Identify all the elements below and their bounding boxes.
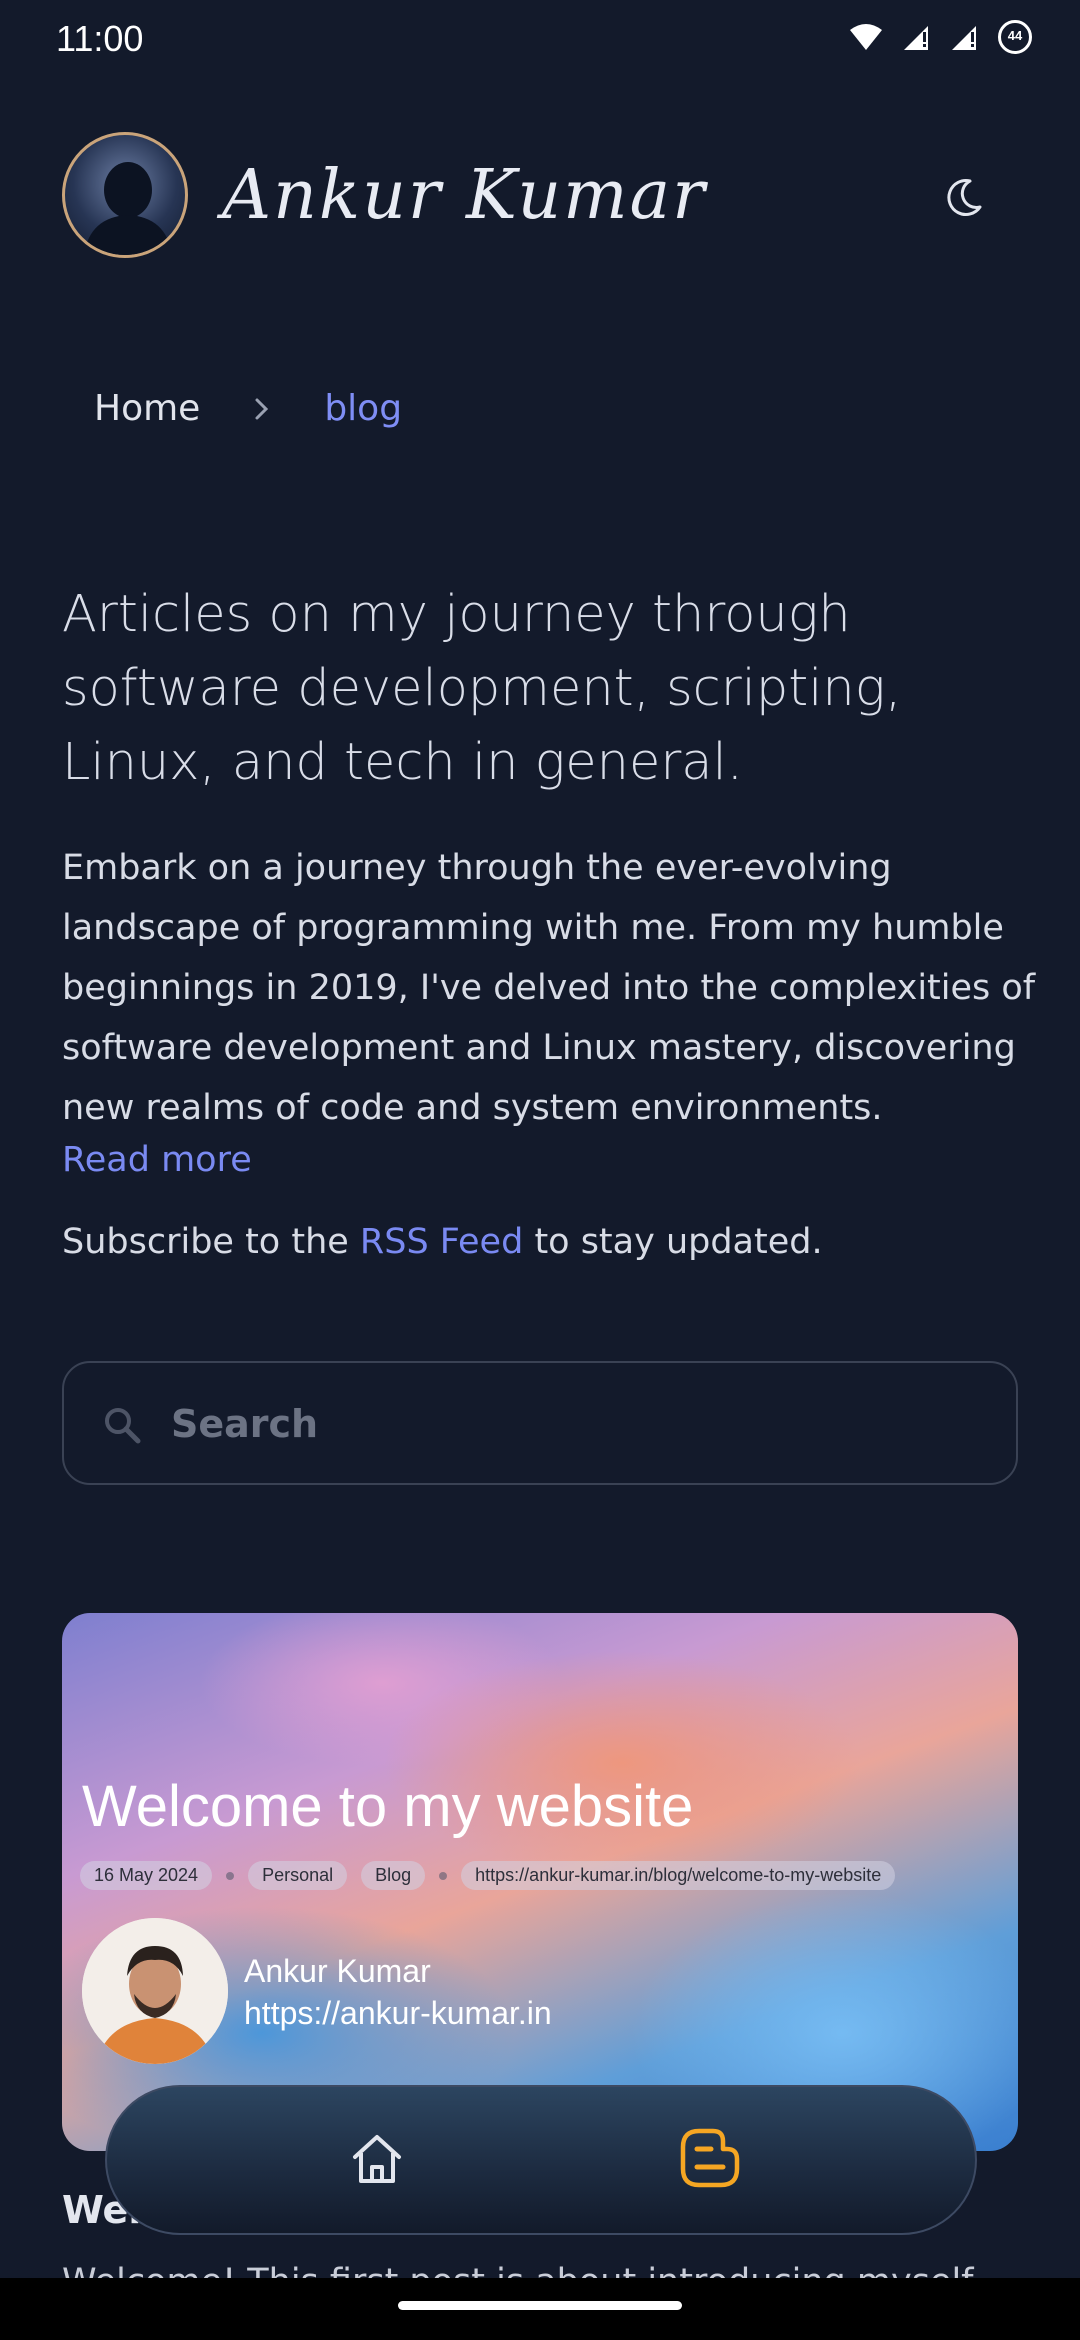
breadcrumb: Home blog [94,388,402,429]
page-heading: Articles on my journey through software … [62,585,902,792]
blogger-icon[interactable] [679,2127,741,2189]
site-header: Ankur Kumar [0,130,1080,260]
signal-icon-2 [952,26,976,50]
author-photo [82,1918,228,2064]
status-bar: 11:00 44 [0,0,1080,80]
gesture-handle[interactable] [398,2301,682,2310]
post-url: https://ankur-kumar.in/blog/welcome-to-m… [461,1861,896,1890]
search-icon [105,1408,141,1444]
bottom-nav [105,2085,977,2235]
author-url: https://ankur-kumar.in [244,1995,552,2031]
read-more-link[interactable]: Read more [62,1140,252,1180]
post-card[interactable]: Welcome to my website 16 May 2024 Person… [62,1613,1018,2151]
status-icons: 44 [848,20,1032,54]
card-tags: 16 May 2024 Personal Blog https://ankur-… [80,1861,896,1890]
avatar[interactable] [62,132,188,258]
subscribe-prefix: Subscribe to the [62,1222,360,1262]
site-title[interactable]: Ankur Kumar [222,156,707,235]
subscribe-suffix: to stay updated. [523,1222,823,1262]
battery-icon: 44 [998,20,1032,54]
chevron-right-icon [255,398,269,419]
author-name: Ankur Kumar [244,1953,431,1989]
wifi-icon [850,24,882,50]
home-icon[interactable] [347,2129,407,2189]
tag-personal: Personal [248,1861,348,1890]
intro-paragraph: Embark on a journey through the ever-evo… [62,848,1036,1128]
tag-blog: Blog [361,1861,426,1890]
card-title: Welcome to my website [82,1774,694,1839]
post-date: 16 May 2024 [80,1861,213,1890]
search-box[interactable] [62,1361,1018,1485]
breadcrumb-home[interactable]: Home [94,388,200,429]
system-nav-bar [0,2278,1080,2340]
avatar-silhouette [83,162,173,255]
status-time: 11:00 [56,18,144,59]
breadcrumb-current[interactable]: blog [324,388,402,429]
rss-feed-link[interactable]: RSS Feed [360,1222,523,1262]
search-input[interactable] [169,1393,973,1455]
moon-icon[interactable] [940,175,986,221]
author-avatar [82,1918,228,2064]
battery-level: 44 [1007,28,1023,43]
subscribe-text: Subscribe to the RSS Feed to stay update… [62,1222,823,1262]
tag-separator [439,1871,448,1880]
signal-icon [904,26,928,50]
tag-separator [226,1871,235,1880]
